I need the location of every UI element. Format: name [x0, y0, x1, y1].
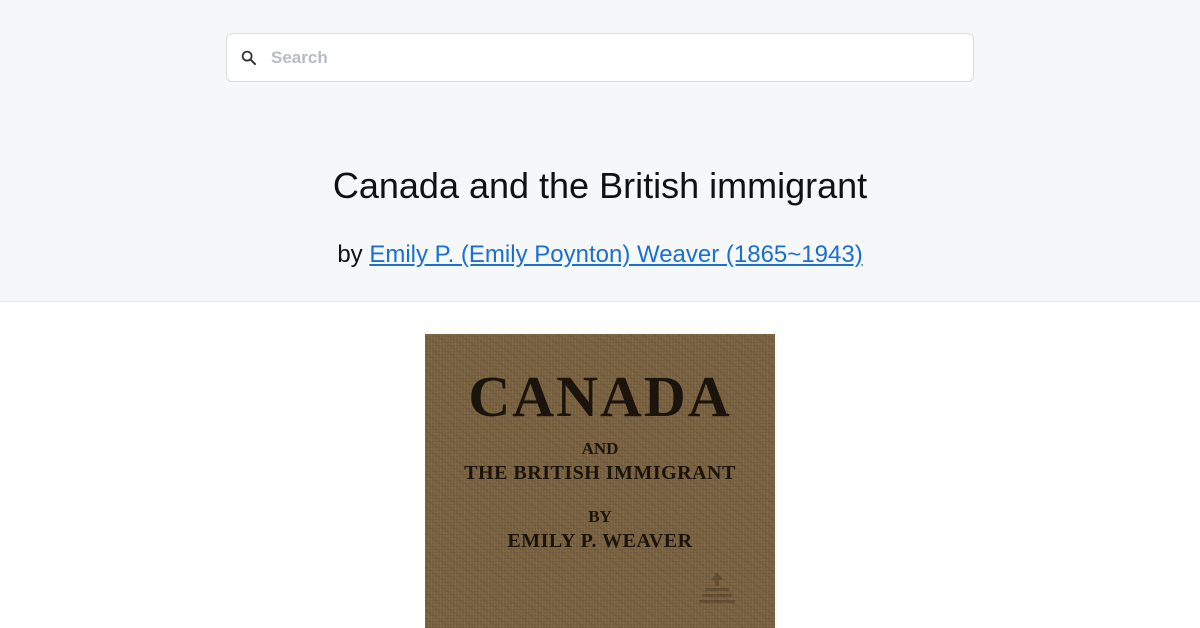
- search-input[interactable]: [263, 34, 963, 81]
- byline: by Emily P. (Emily Poynton) Weaver (1865…: [0, 239, 1200, 271]
- publisher-emblem-icon: [699, 572, 735, 603]
- search-icon[interactable]: [240, 49, 258, 67]
- book-cover-image[interactable]: CANADA AND THE BRITISH IMMIGRANT BY EMIL…: [425, 334, 775, 628]
- author-link[interactable]: Emily P. (Emily Poynton) Weaver (1865~19…: [369, 241, 862, 268]
- cover-subtitle: THE BRITISH IMMIGRANT: [464, 462, 736, 484]
- page-header: Canada and the British immigrant by Emil…: [0, 0, 1200, 302]
- search-box[interactable]: [226, 33, 974, 82]
- cover-and: AND: [581, 439, 619, 458]
- byline-prefix: by: [337, 241, 363, 268]
- cover-title: CANADA: [468, 364, 732, 429]
- book-title: Canada and the British immigrant: [332, 165, 868, 206]
- cover-author: EMILY P. WEAVER: [507, 530, 693, 552]
- cover-by: BY: [588, 507, 612, 526]
